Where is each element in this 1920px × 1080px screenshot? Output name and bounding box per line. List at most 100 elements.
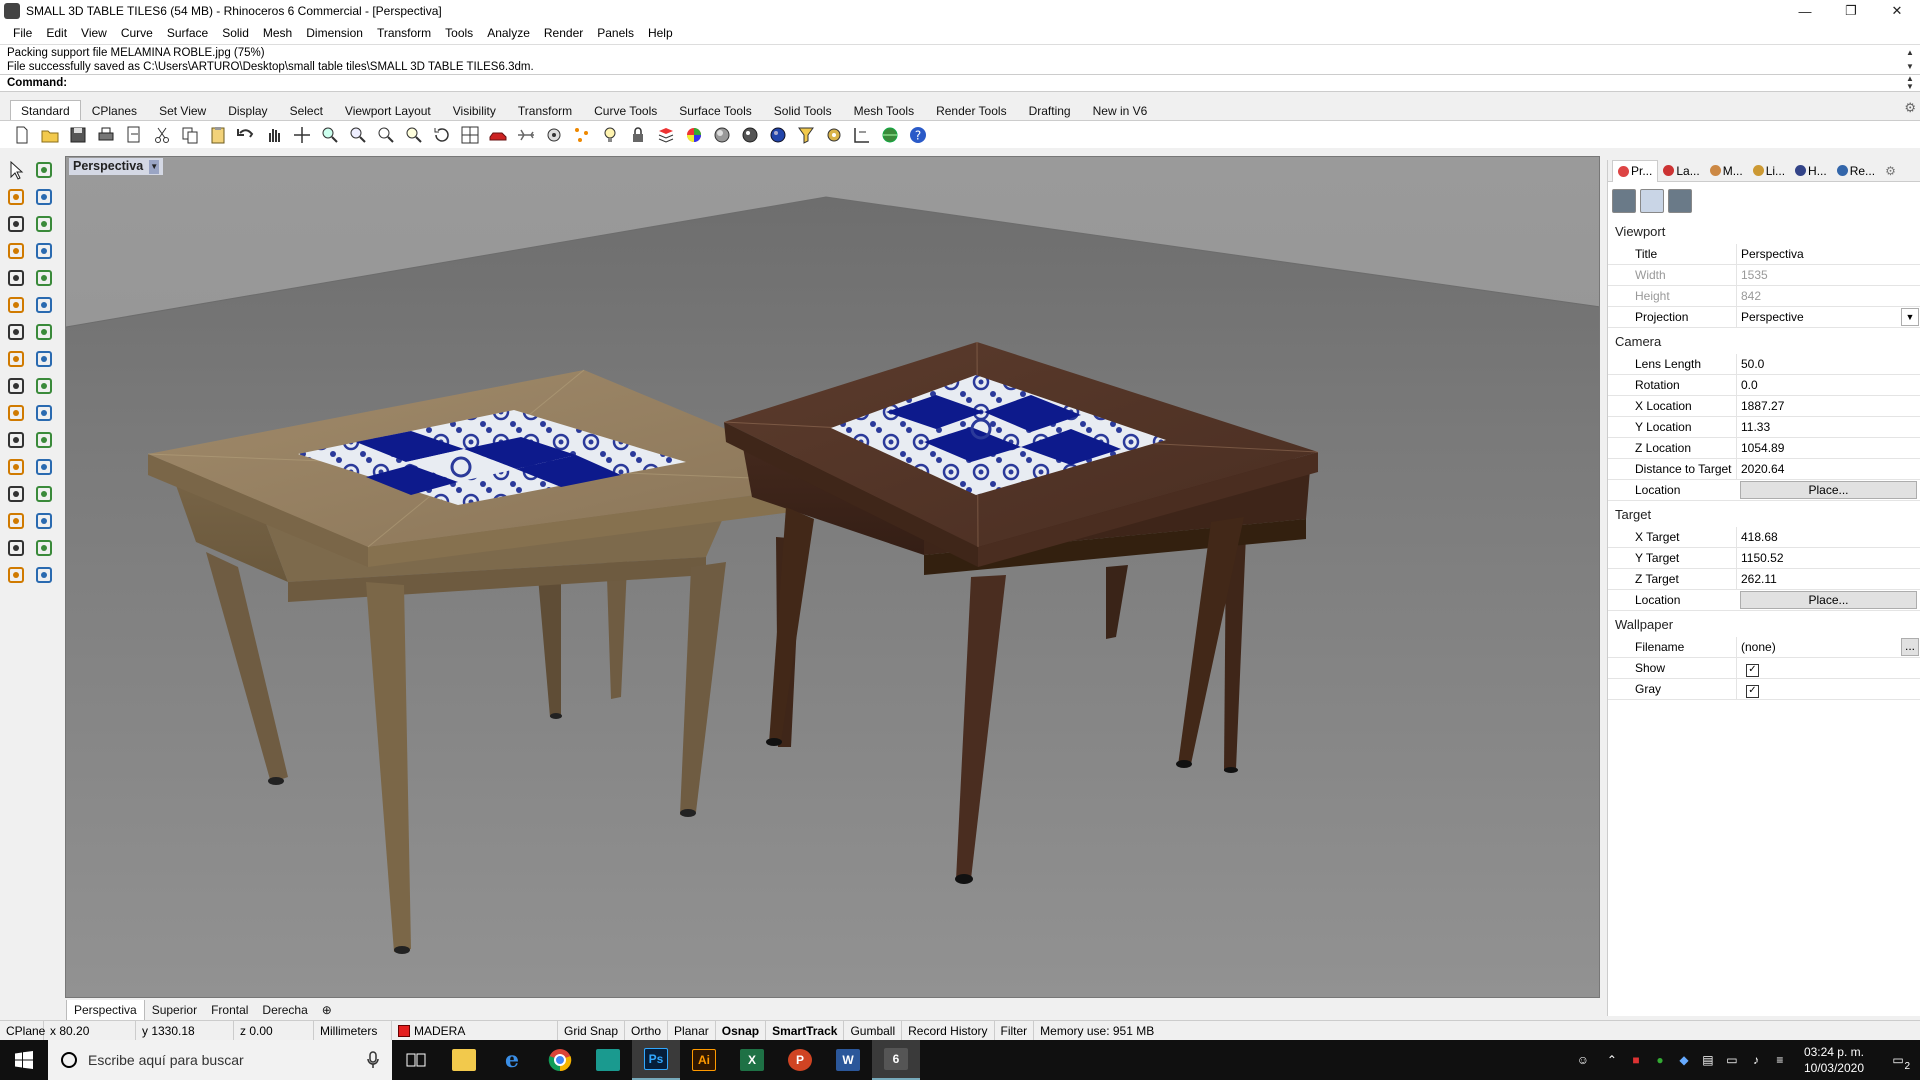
file-explorer-icon[interactable] — [440, 1040, 488, 1080]
adobe-tray-icon[interactable]: ■ — [1624, 1040, 1648, 1080]
photoshop-icon[interactable]: Ps — [632, 1040, 680, 1080]
perspective-viewport[interactable]: Perspectiva ▼ — [65, 156, 1600, 998]
record-history-toggle[interactable]: Record History — [902, 1020, 995, 1041]
point-icon[interactable] — [32, 158, 56, 182]
circle-icon[interactable] — [4, 212, 28, 236]
render-icon[interactable] — [4, 563, 28, 587]
zoom-dynamic-icon[interactable] — [318, 123, 342, 147]
viewport-frame-icon[interactable] — [1640, 189, 1664, 213]
menu-tools[interactable]: Tools — [438, 22, 480, 44]
mirror-icon[interactable] — [4, 428, 28, 452]
close-button[interactable]: ✕ — [1874, 0, 1920, 22]
menu-curve[interactable]: Curve — [114, 22, 160, 44]
rhino-taskbar-icon[interactable]: 6 — [872, 1040, 920, 1080]
new-file-icon[interactable] — [10, 123, 34, 147]
notifications-icon[interactable]: ▭ 2 — [1876, 1040, 1920, 1080]
menu-edit[interactable]: Edit — [39, 22, 74, 44]
tab-surface-tools[interactable]: Surface Tools — [668, 100, 763, 120]
menu-help[interactable]: Help — [641, 22, 680, 44]
chevron-down-icon[interactable]: ▼ — [1901, 308, 1919, 326]
projection-select[interactable]: Perspective — [1736, 307, 1901, 327]
history-scroll-icon[interactable]: ▲ ▼ — [1904, 46, 1916, 74]
filename-field[interactable]: (none) — [1736, 637, 1901, 657]
battery-icon[interactable]: ▭ — [1720, 1040, 1744, 1080]
volume-icon[interactable]: ♪ — [1744, 1040, 1768, 1080]
car-render-icon[interactable] — [486, 123, 510, 147]
display-mode-icon[interactable] — [1668, 189, 1692, 213]
tab-new-in-v6[interactable]: New in V6 — [1082, 100, 1159, 120]
offset-icon[interactable] — [32, 347, 56, 371]
dimension-icon[interactable] — [850, 123, 874, 147]
grid-snap-toggle[interactable]: Grid Snap — [558, 1020, 626, 1041]
lock-icon[interactable] — [626, 123, 650, 147]
scene-render[interactable] — [66, 157, 1600, 998]
y-location-field[interactable]: 11.33 — [1736, 417, 1920, 437]
current-layer[interactable]: MADERA — [392, 1020, 558, 1041]
menu-view[interactable]: View — [74, 22, 114, 44]
camera-icon[interactable] — [1612, 189, 1636, 213]
fillet-icon[interactable] — [32, 266, 56, 290]
show-hidden-icons-chevron-icon[interactable]: ⌃ — [1600, 1040, 1624, 1080]
options-icon[interactable] — [542, 123, 566, 147]
y-target-field[interactable]: 1150.52 — [1736, 548, 1920, 568]
array-icon[interactable] — [4, 509, 28, 533]
panel-tab-properties[interactable]: Pr... — [1612, 159, 1659, 182]
panel-tab-materials[interactable]: M... — [1705, 160, 1748, 182]
airplane-icon[interactable] — [514, 123, 538, 147]
save-icon[interactable] — [66, 123, 90, 147]
zoom-window-icon[interactable] — [346, 123, 370, 147]
panel-tab-libraries[interactable]: Li... — [1748, 160, 1790, 182]
tab-render-tools[interactable]: Render Tools — [925, 100, 1018, 120]
import-icon[interactable] — [122, 123, 146, 147]
panel-tab-render[interactable]: Re... — [1832, 160, 1880, 182]
print-icon[interactable] — [94, 123, 118, 147]
menu-panels[interactable]: Panels — [590, 22, 641, 44]
rectangle-icon[interactable] — [32, 239, 56, 263]
distance-field[interactable]: 2020.64 — [1736, 459, 1920, 479]
dimension-icon[interactable] — [32, 509, 56, 533]
panel-tab-layers[interactable]: La... — [1658, 160, 1704, 182]
people-icon[interactable]: ☺ — [1566, 1040, 1600, 1080]
cut-icon[interactable] — [150, 123, 174, 147]
surface-icon[interactable] — [4, 293, 28, 317]
tab-display[interactable]: Display — [217, 100, 278, 120]
panel-settings-gear-icon[interactable]: ⚙ — [1880, 160, 1901, 182]
gumball-toggle[interactable]: Gumball — [844, 1020, 903, 1041]
box-icon[interactable] — [4, 320, 28, 344]
curve-icon[interactable] — [32, 185, 56, 209]
command-scroll-icon[interactable]: ▲ ▼ — [1904, 75, 1916, 91]
paste-icon[interactable] — [206, 123, 230, 147]
command-line[interactable]: Command: ▲ ▼ — [0, 74, 1920, 92]
camera-place-button[interactable]: Place... — [1740, 481, 1917, 499]
filter-icon[interactable] — [794, 123, 818, 147]
menu-mesh[interactable]: Mesh — [256, 22, 299, 44]
maximize-button[interactable]: ❐ — [1828, 0, 1874, 22]
polygon-icon[interactable] — [4, 239, 28, 263]
lens-length-field[interactable]: 50.0 — [1736, 354, 1920, 374]
boolean-icon[interactable] — [32, 320, 56, 344]
tab-set-view[interactable]: Set View — [148, 100, 217, 120]
title-field[interactable]: Perspectiva — [1736, 244, 1920, 264]
light-icon[interactable] — [32, 563, 56, 587]
vtab-frontal[interactable]: Frontal — [204, 1000, 255, 1020]
explode-icon[interactable] — [32, 374, 56, 398]
excel-icon[interactable]: X — [728, 1040, 776, 1080]
rotate-view-icon[interactable] — [430, 123, 454, 147]
filter-toggle[interactable]: Filter — [995, 1020, 1035, 1041]
cplane-label[interactable]: CPlane — [0, 1020, 45, 1041]
vtab-derecha[interactable]: Derecha — [255, 1000, 314, 1020]
gray-checkbox[interactable]: ✓ — [1746, 684, 1759, 698]
tab-select[interactable]: Select — [279, 100, 334, 120]
menu-surface[interactable]: Surface — [160, 22, 215, 44]
zoom-selected-icon[interactable] — [402, 123, 426, 147]
add-viewport-tab-icon[interactable]: ⊕ — [315, 1000, 339, 1020]
split-icon[interactable] — [32, 401, 56, 425]
text-icon[interactable] — [4, 482, 28, 506]
open-file-icon[interactable] — [38, 123, 62, 147]
clock[interactable]: 03:24 p. m. 10/03/2020 — [1792, 1044, 1876, 1076]
toolbar-settings-gear-icon[interactable]: ⚙ — [1904, 100, 1916, 116]
menu-transform[interactable]: Transform — [370, 22, 438, 44]
vtab-perspectiva[interactable]: Perspectiva — [66, 999, 145, 1021]
extrude-icon[interactable] — [4, 347, 28, 371]
powerpoint-icon[interactable]: P — [776, 1040, 824, 1080]
